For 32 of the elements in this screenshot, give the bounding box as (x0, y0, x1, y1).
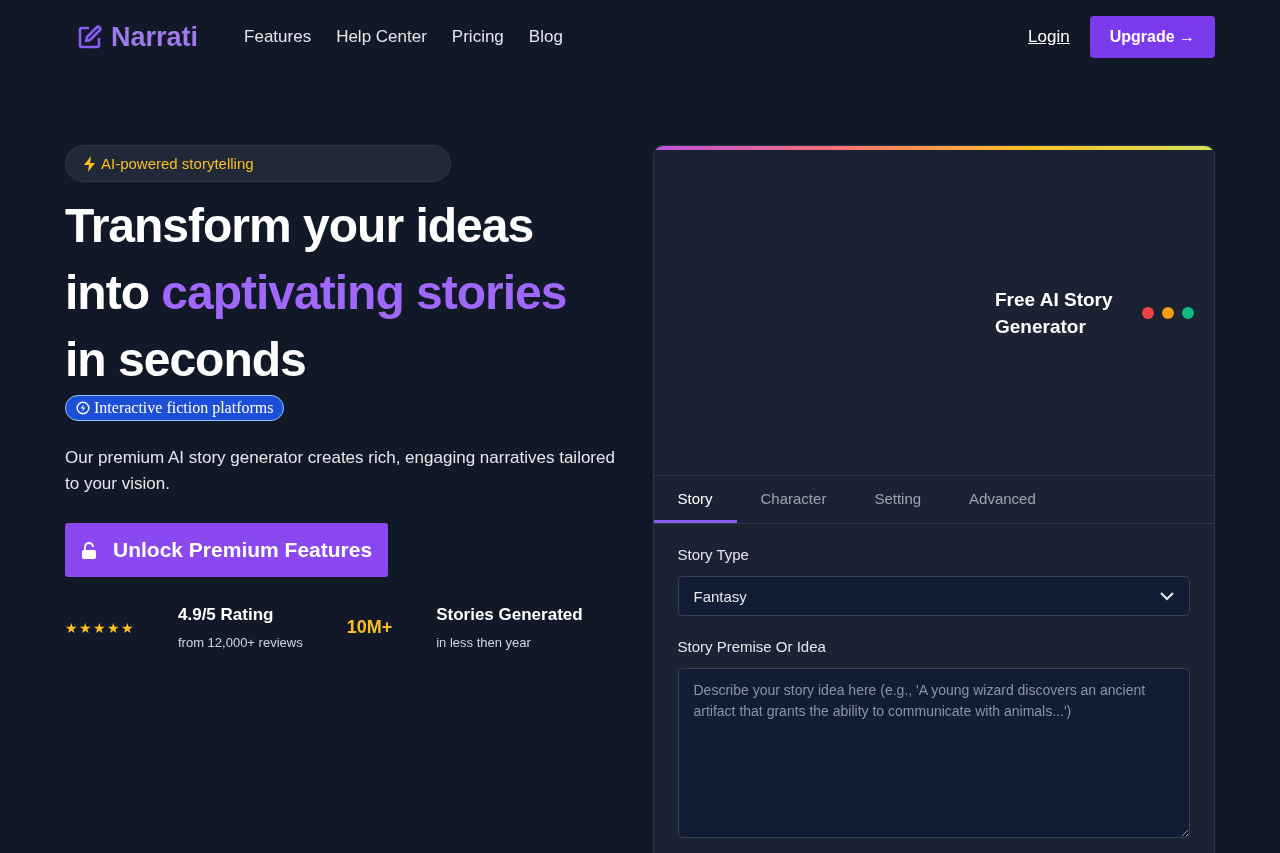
lightning-icon (76, 401, 90, 415)
login-link[interactable]: Login (1028, 27, 1070, 47)
panel-title: Free AI Story Generator (995, 287, 1114, 339)
premise-field[interactable]: Describe your story idea here (e.g., 'A young wizard discovers an ancient artifact that grants the ability to communicate with animals...') (677, 668, 1190, 838)
stat-subtitle: in less then year (436, 635, 532, 650)
tab[interactable]: Advanced (945, 476, 1060, 523)
headline: Transform your ideas into captivating stories in seconds (65, 198, 568, 388)
stat-title: Stories Generated (436, 605, 583, 625)
stat-subtitle: from 12,000+ reviews (178, 635, 303, 650)
tab[interactable]: Story (653, 476, 737, 523)
stat-title: 4.9/5 Rating (178, 605, 275, 625)
upgrade-button[interactable]: Upgrade → (1089, 16, 1215, 58)
nav-link[interactable]: Features (244, 27, 312, 47)
lightning-icon (83, 155, 97, 172)
description: Our premium AI story generator creates rich, engaging narratives tailored to your vision. (65, 447, 616, 495)
story-type-select[interactable]: Fantasy (677, 576, 1190, 616)
nav-link[interactable]: Pricing (451, 27, 504, 47)
unlock-icon (81, 541, 97, 559)
field-label: Story Premise Or Idea (677, 638, 827, 655)
chevron-down-icon (1159, 591, 1175, 601)
edit-icon (78, 25, 102, 49)
stat-figure: 10M+ (346, 617, 393, 638)
nav-link[interactable]: Blog (528, 27, 563, 47)
category-tag[interactable]: Interactive fiction platforms (65, 395, 285, 421)
tab[interactable]: Setting (850, 476, 946, 523)
logo-text[interactable]: Narrati (111, 21, 199, 53)
nav-link[interactable]: Help Center (336, 27, 427, 47)
unlock-button[interactable]: Unlock Premium Features (65, 523, 389, 577)
tab[interactable]: Character (736, 476, 851, 523)
badge-text: AI-powered storytelling (101, 155, 254, 172)
star-rating: ★★★★★ (65, 619, 134, 636)
field-label: Story Type (677, 546, 750, 563)
